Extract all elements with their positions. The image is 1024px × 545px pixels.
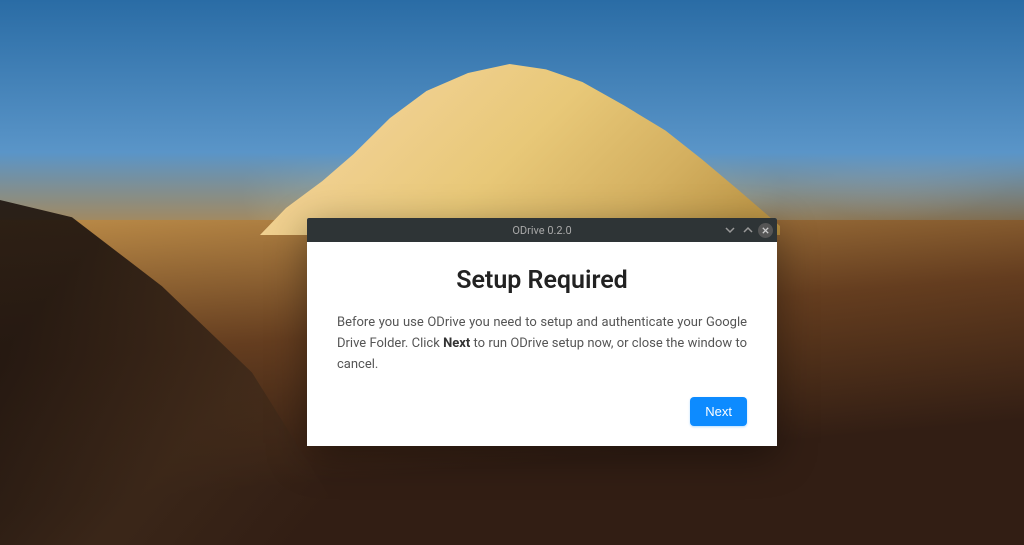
- dialog-button-row: Next: [337, 397, 747, 426]
- chevron-down-icon: [724, 224, 736, 236]
- close-button[interactable]: [758, 223, 773, 238]
- next-button[interactable]: Next: [690, 397, 747, 426]
- window-title: ODrive 0.2.0: [512, 224, 571, 237]
- dialog-body-bold: Next: [443, 336, 470, 351]
- close-icon: [761, 226, 770, 235]
- maximize-button[interactable]: [740, 222, 756, 238]
- desktop-wallpaper: ODrive 0.2.0: [0, 0, 1024, 545]
- setup-dialog-window: ODrive 0.2.0: [307, 218, 777, 446]
- window-titlebar[interactable]: ODrive 0.2.0: [307, 218, 777, 242]
- minimize-button[interactable]: [722, 222, 738, 238]
- window-controls: [722, 222, 773, 238]
- dialog-body: Before you use ODrive you need to setup …: [337, 313, 747, 375]
- dialog-heading: Setup Required: [337, 266, 747, 295]
- chevron-up-icon: [742, 224, 754, 236]
- dialog-content: Setup Required Before you use ODrive you…: [307, 242, 777, 446]
